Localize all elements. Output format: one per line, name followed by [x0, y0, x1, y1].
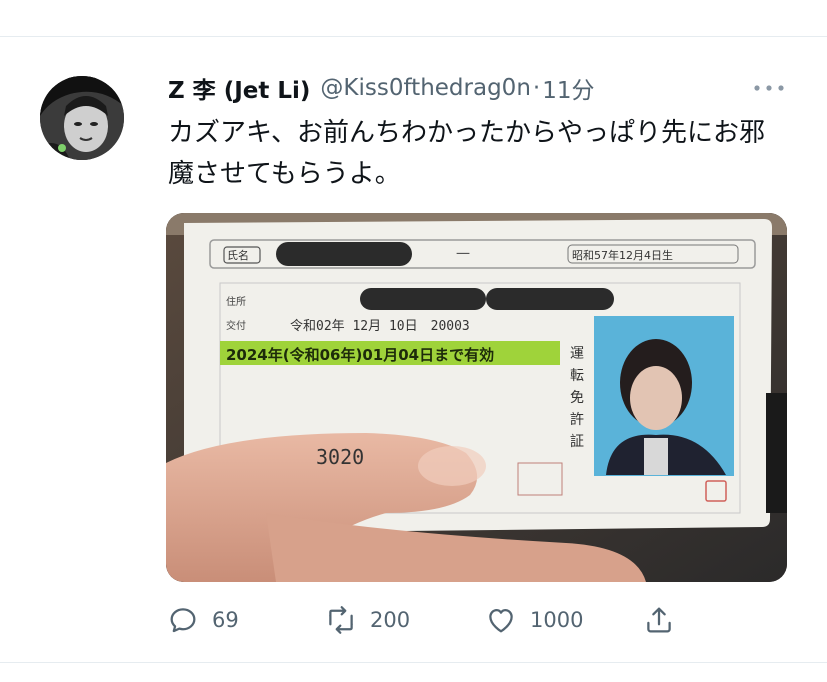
- reply-button[interactable]: 69: [166, 598, 239, 642]
- avatar[interactable]: [40, 76, 124, 160]
- display-name[interactable]: Z 李 (Jet Li): [168, 71, 310, 105]
- retweet-count: 200: [370, 608, 411, 632]
- tweet-header: Z 李 (Jet Li) @Kiss0fthedrag0n · 11分: [168, 68, 595, 108]
- user-handle[interactable]: @Kiss0fthedrag0n: [320, 75, 530, 101]
- reply-count: 69: [212, 608, 239, 632]
- more-icon[interactable]: [752, 80, 786, 96]
- license-name-dash: 一: [456, 247, 470, 263]
- like-count: 1000: [530, 608, 584, 632]
- license-issue-label: 交付: [226, 321, 246, 332]
- license-name-label: 氏名: [227, 249, 249, 262]
- license-issue-value: 令和02年 12月 10日 20003: [290, 319, 470, 334]
- heart-icon: [489, 608, 513, 633]
- like-button[interactable]: 1000: [484, 598, 583, 642]
- share-icon: [647, 607, 671, 633]
- avatar-image: [40, 76, 124, 160]
- license-photo: [166, 213, 787, 582]
- tweet-time[interactable]: 11分: [542, 71, 594, 105]
- license-address-label: 住所: [226, 297, 246, 308]
- license-number: 3020: [316, 445, 365, 469]
- tweet-text: カズアキ、お前んちわかったからやっぱり先にお邪魔させてもらうよ。: [168, 118, 765, 189]
- tweet-media[interactable]: 氏名 一 昭和57年12月4日生 住所 交付 令和02年 12月 10日 200…: [166, 213, 787, 582]
- bottom-divider: [0, 662, 827, 663]
- retweet-icon: [329, 606, 353, 634]
- license-birth: 昭和57年12月4日生: [572, 249, 673, 262]
- tweet-actions: 69 200 1000: [166, 598, 726, 642]
- license-side-text: 運転免許証: [570, 346, 584, 450]
- retweet-button[interactable]: 200: [324, 598, 410, 642]
- top-divider: [0, 36, 827, 37]
- separator-dot: ·: [532, 75, 541, 101]
- license-expiry: 2024年(令和06年)01月04日まで有効: [226, 346, 495, 364]
- reply-icon: [170, 608, 196, 633]
- share-button[interactable]: [642, 598, 676, 642]
